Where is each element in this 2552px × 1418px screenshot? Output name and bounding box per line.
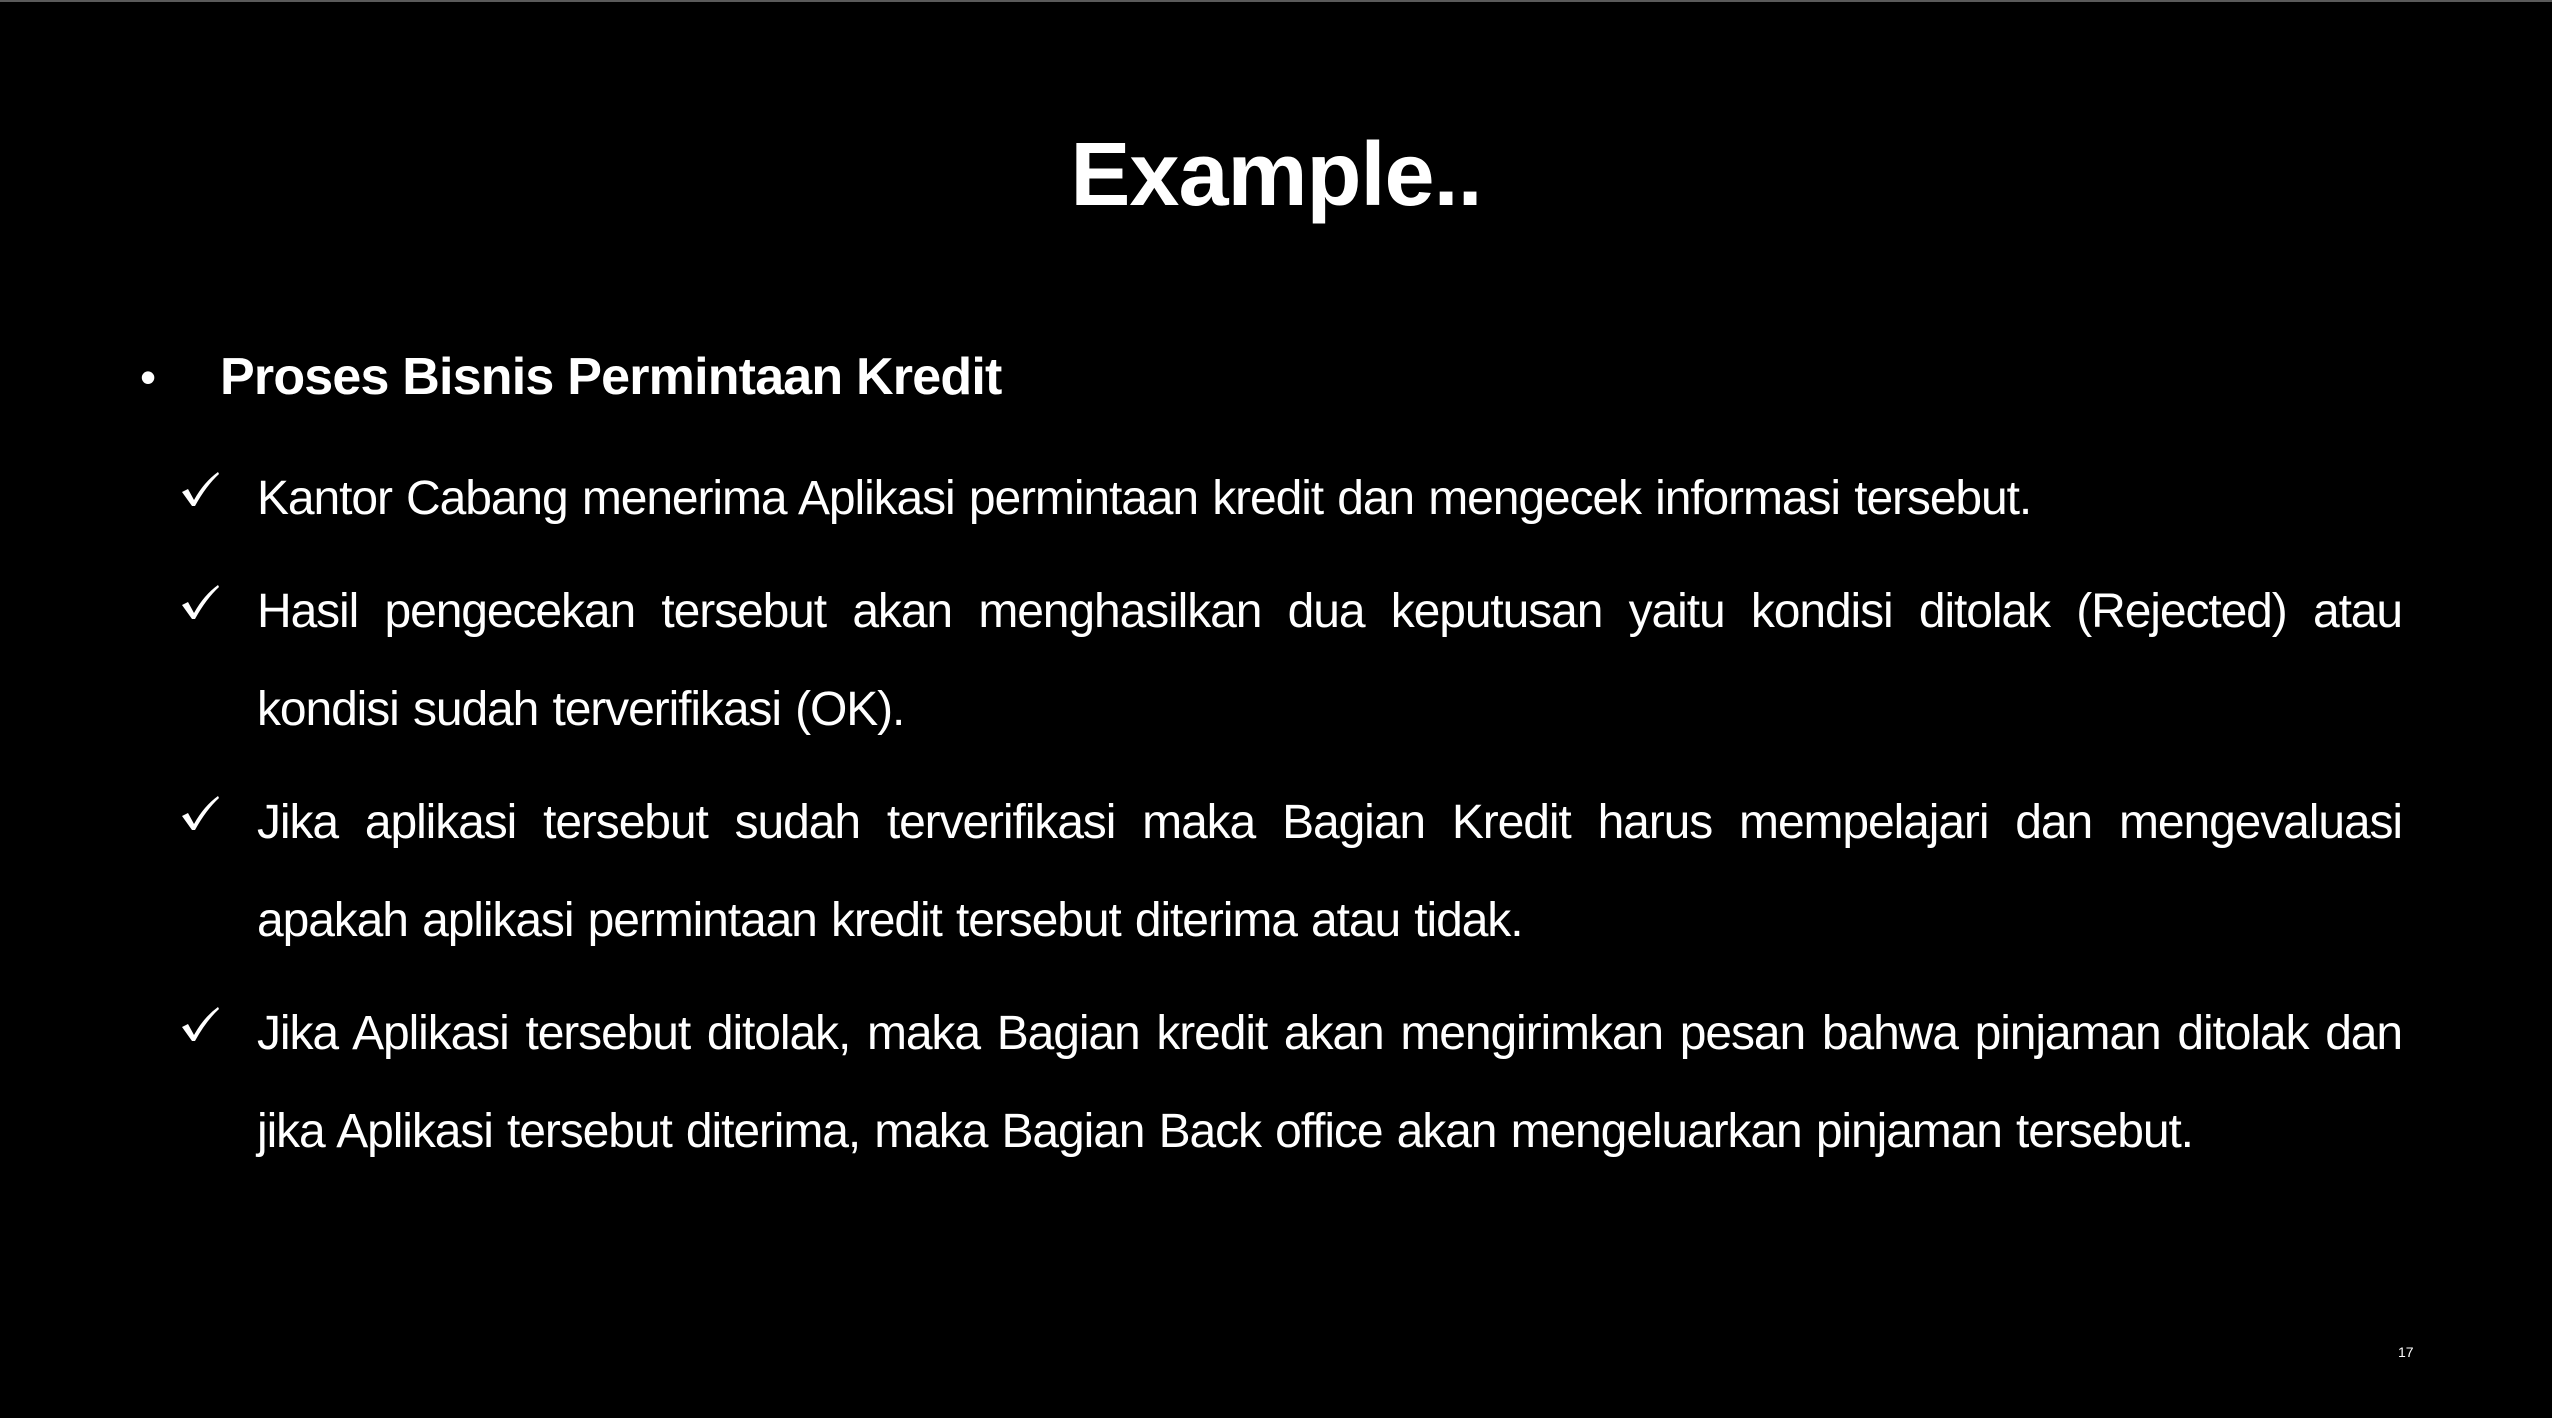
checklist-item: Jika Aplikasi tersebut ditolak, maka Bag… bbox=[180, 985, 2403, 1181]
content-section: • Proses Bisnis Permintaan Kredit Kantor… bbox=[140, 342, 2403, 1158]
bullet-icon: • bbox=[140, 351, 157, 403]
heading-bullet-item: • Proses Bisnis Permintaan Kredit bbox=[140, 342, 2402, 412]
checklist-item: Jika aplikasi tersebut sudah terverifika… bbox=[180, 774, 2403, 970]
checklist-item: Kantor Cabang menerima Aplikasi perminta… bbox=[180, 450, 2402, 548]
slide: Example.. • Proses Bisnis Permintaan Kre… bbox=[0, 0, 2552, 1418]
section-heading: Proses Bisnis Permintaan Kredit bbox=[220, 348, 1002, 406]
checklist-item-text: Jika aplikasi tersebut sudah terverifika… bbox=[257, 796, 2403, 947]
checklist-item: Hasil pengecekan tersebut akan menghasil… bbox=[180, 563, 2403, 759]
checkmark-icon bbox=[180, 774, 224, 872]
checklist-item-text: Jika Aplikasi tersebut ditolak, maka Bag… bbox=[257, 1007, 2403, 1158]
checklist-item-text: Kantor Cabang menerima Aplikasi perminta… bbox=[257, 472, 2032, 525]
slide-title: Example.. bbox=[1070, 125, 1482, 225]
checklist-item-text: Hasil pengecekan tersebut akan menghasil… bbox=[257, 585, 2403, 736]
page-number: 17 bbox=[2398, 1344, 2414, 1360]
checkmark-icon bbox=[180, 450, 224, 548]
checkmark-icon bbox=[180, 563, 224, 661]
checklist: Kantor Cabang menerima Aplikasi perminta… bbox=[180, 450, 2403, 1196]
checkmark-icon bbox=[180, 985, 224, 1083]
